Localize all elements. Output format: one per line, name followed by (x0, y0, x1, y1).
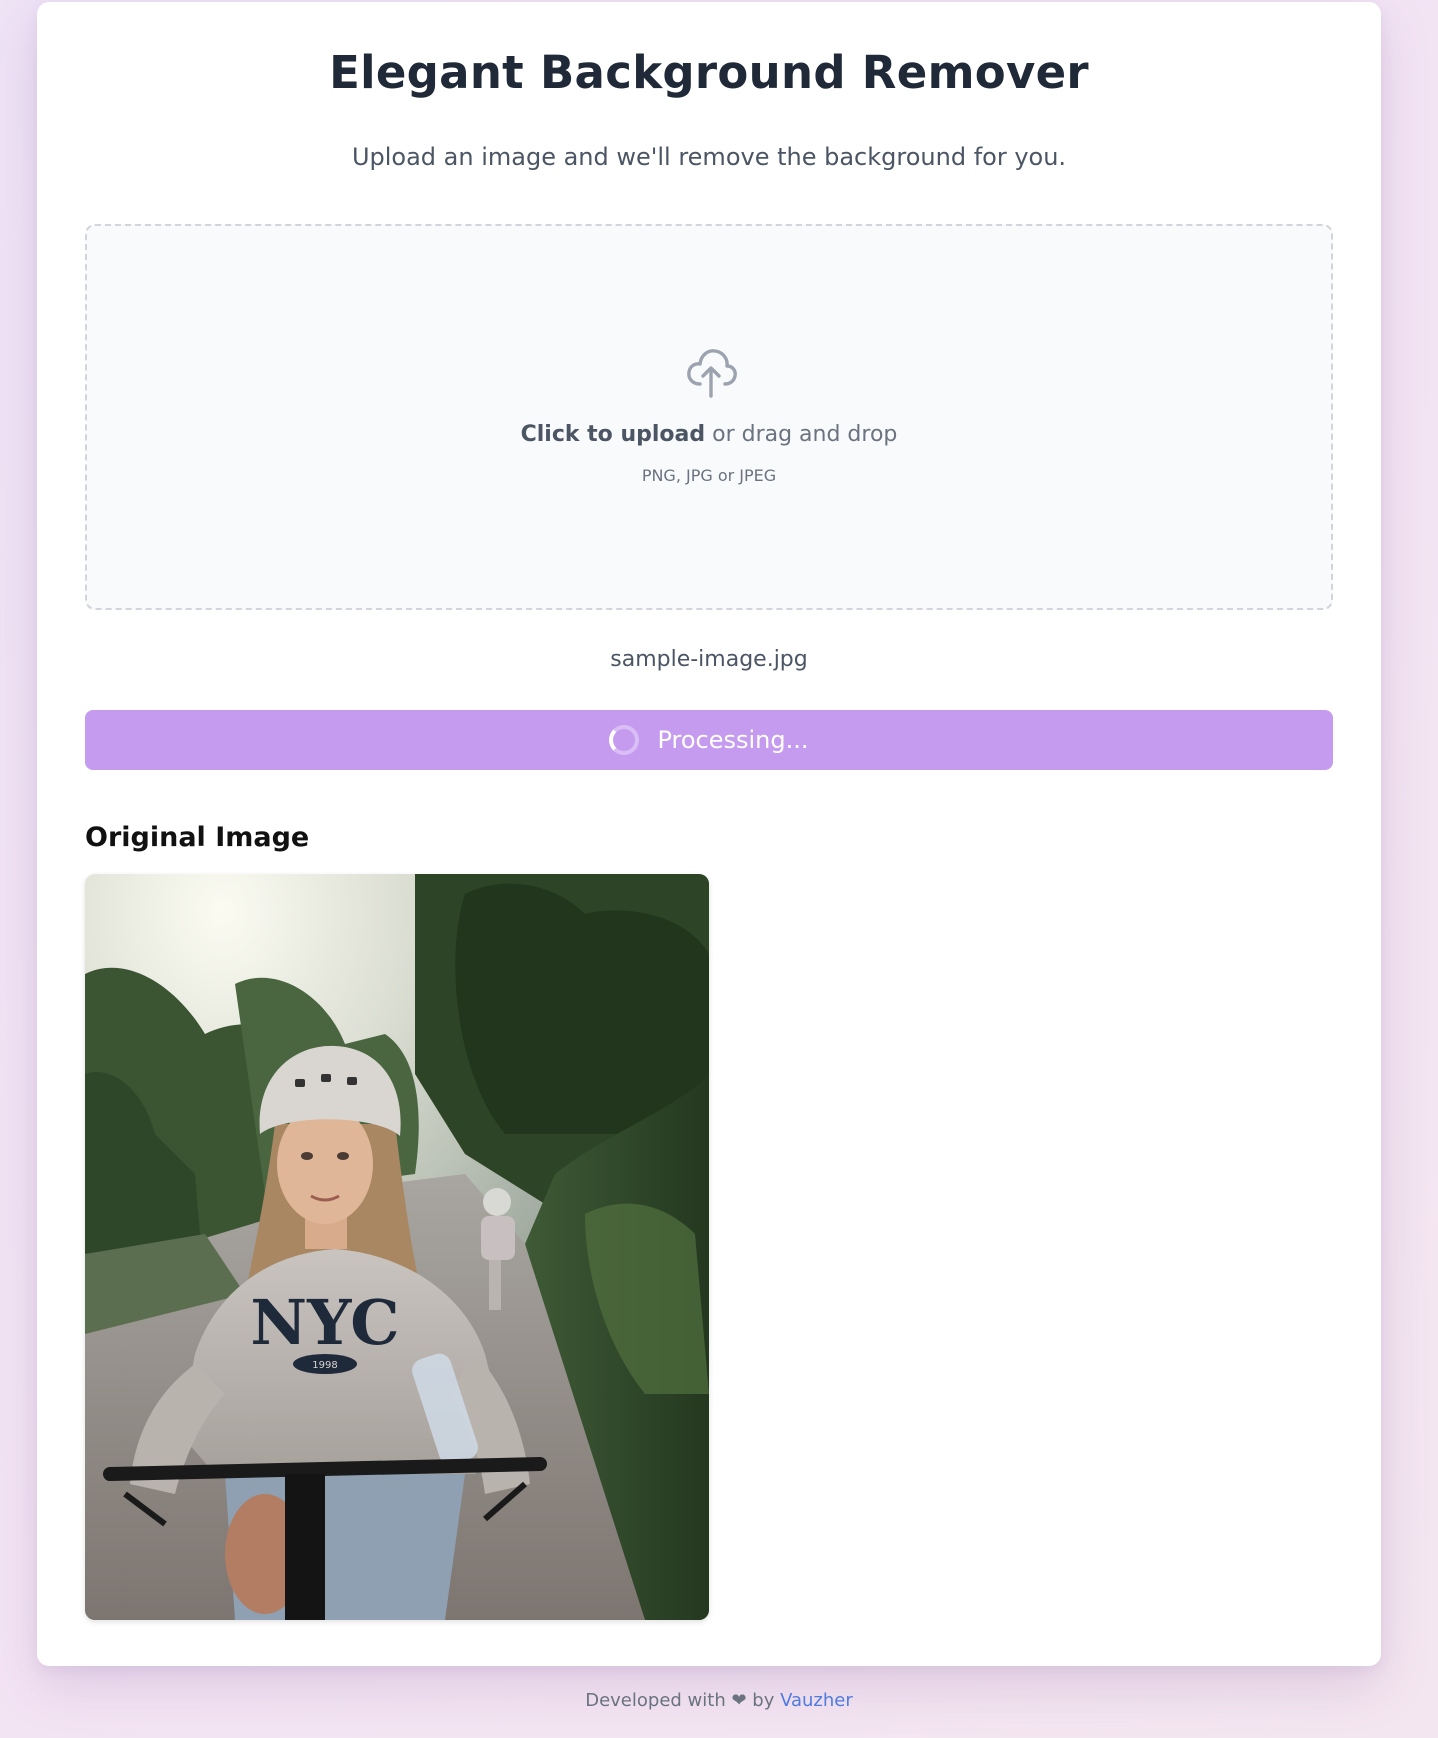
heart-icon: ❤ (731, 1690, 747, 1711)
original-image: NYC 1998 (85, 874, 709, 1620)
click-to-upload-link[interactable]: Click to upload (521, 422, 706, 447)
page-title: Elegant Background Remover (329, 46, 1089, 99)
footer-prefix: Developed with (585, 1690, 732, 1711)
footer: Developed with ❤ by Vauzher (0, 1690, 1438, 1711)
main-card: Elegant Background Remover Upload an ima… (37, 2, 1381, 1666)
accepted-formats: PNG, JPG or JPEG (641, 466, 777, 485)
upload-dropzone[interactable]: Click to upload or drag and drop PNG, JP… (85, 224, 1333, 610)
page-subtitle: Upload an image and we'll remove the bac… (351, 143, 1067, 171)
author-link[interactable]: Vauzher (780, 1690, 853, 1711)
footer-by: by (746, 1690, 781, 1711)
selected-filename: sample-image.jpg (610, 647, 808, 672)
original-image-heading: Original Image (85, 822, 310, 853)
spinner-icon (609, 725, 640, 755)
shirt-badge-text: 1998 (312, 1360, 337, 1371)
upload-instruction: Click to upload or drag and drop (87, 422, 1331, 447)
drag-drop-text: or drag and drop (705, 422, 898, 447)
processing-label: Processing... (657, 726, 809, 754)
processing-button[interactable]: Processing... (85, 710, 1333, 770)
cloud-upload-icon (687, 349, 737, 398)
shirt-text: NYC (250, 1286, 399, 1359)
original-image-graphic: NYC 1998 (85, 874, 709, 1620)
